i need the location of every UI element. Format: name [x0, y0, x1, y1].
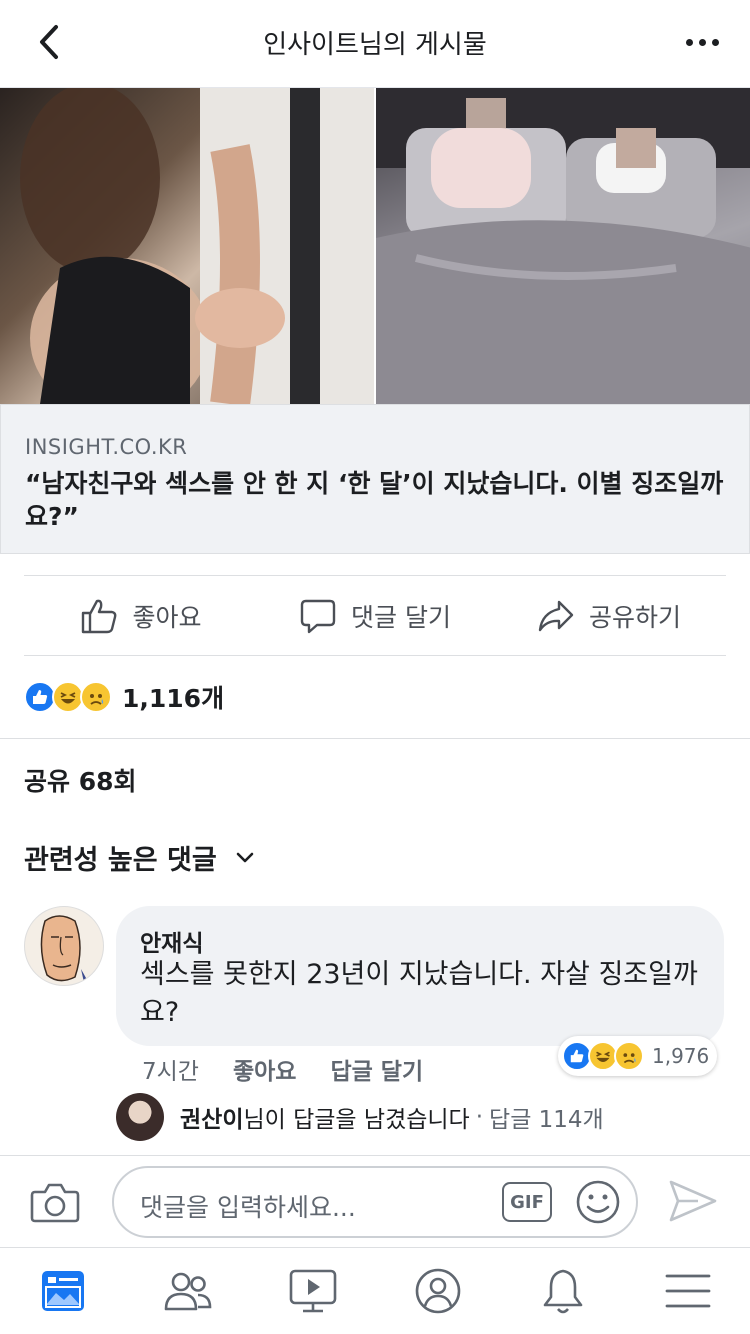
- smiley-icon: [576, 1180, 620, 1224]
- emoji-button[interactable]: [574, 1178, 622, 1226]
- profile-icon: [415, 1268, 460, 1314]
- like-button[interactable]: 좋아요: [24, 576, 258, 655]
- comment-reactions-badge[interactable]: 1,976: [558, 1036, 718, 1076]
- avatar[interactable]: [24, 906, 104, 986]
- news-feed-icon: [41, 1271, 84, 1311]
- tab-notifications[interactable]: [528, 1256, 598, 1326]
- page-title: 인사이트님의 게시물: [263, 30, 487, 60]
- top-bar: 인사이트님의 게시물: [0, 0, 750, 88]
- link-preview-image[interactable]: [0, 88, 750, 404]
- sort-label: 관련성 높은 댓글: [24, 845, 217, 876]
- link-domain: INSIGHT.CO.KR: [25, 435, 188, 459]
- thumbs-up-icon: [82, 599, 117, 633]
- bell-icon: [543, 1269, 582, 1314]
- comment-input-placeholder: 댓글을 입력하세요...: [140, 1193, 356, 1222]
- share-arrow-icon: [538, 600, 574, 631]
- comment-button[interactable]: 댓글 달기: [258, 576, 492, 655]
- comment-label: 댓글 달기: [351, 602, 451, 632]
- send-button[interactable]: [668, 1178, 718, 1224]
- tab-profile[interactable]: [403, 1256, 473, 1326]
- chevron-down-icon: [236, 852, 253, 862]
- bottom-tab-bar: [0, 1247, 750, 1334]
- comment-reaction-count: 1,976: [652, 1044, 710, 1068]
- camera-icon: [30, 1183, 80, 1223]
- reply-count: 답글 114개: [489, 1107, 604, 1133]
- like-label: 좋아요: [132, 602, 202, 632]
- watch-icon: [289, 1269, 336, 1313]
- couple-photo-right: [374, 88, 750, 404]
- comment-composer: 댓글을 입력하세요... GIF: [0, 1155, 750, 1247]
- comment-sort-dropdown[interactable]: 관련성 높은 댓글: [24, 838, 255, 877]
- dot-icon: [698, 38, 706, 46]
- friends-icon: [164, 1272, 211, 1311]
- avatar: [116, 1093, 164, 1141]
- share-label: 공유하기: [588, 602, 681, 632]
- comment-author[interactable]: 안재식: [140, 924, 203, 958]
- reply-preview[interactable]: 권산이 님이 답글을 남겼습니다 · 답글 114개: [116, 1092, 604, 1142]
- comment-reply-button[interactable]: 답글 달기: [330, 1052, 423, 1086]
- tab-news-feed[interactable]: [28, 1256, 98, 1326]
- reply-text: 님이 답글을 남겼습니다: [243, 1107, 470, 1133]
- tab-watch[interactable]: [278, 1256, 348, 1326]
- share-button[interactable]: 공유하기: [492, 576, 726, 655]
- comment-bubble-icon: [300, 599, 336, 633]
- sad-icon: [614, 1041, 644, 1071]
- link-card[interactable]: INSIGHT.CO.KR “남자친구와 섹스를 안 한 지 ‘한 달’이 지났…: [0, 404, 750, 554]
- post-action-bar: 좋아요 댓글 달기 공유하기: [24, 575, 726, 656]
- separator: ·: [475, 1104, 484, 1130]
- comment-bubble[interactable]: 안재식 섹스를 못한지 23년이 지났습니다. 자살 징조일까요?: [116, 906, 724, 1046]
- divider: [0, 738, 750, 739]
- more-options-button[interactable]: [676, 20, 728, 64]
- dot-icon: [685, 38, 693, 46]
- reply-author: 권산이: [180, 1107, 244, 1133]
- reaction-count: 1,116개: [122, 684, 225, 713]
- couple-photo-left: [0, 88, 374, 404]
- reactions-summary[interactable]: 1,116개: [24, 676, 224, 718]
- camera-button[interactable]: [30, 1180, 80, 1224]
- share-count[interactable]: 공유 68회: [24, 762, 137, 798]
- gif-button[interactable]: GIF: [502, 1182, 552, 1222]
- reaction-icons: [24, 681, 112, 713]
- dot-icon: [711, 38, 719, 46]
- tab-friends[interactable]: [153, 1256, 223, 1326]
- link-title: “남자친구와 섹스를 안 한 지 ‘한 달’이 지났습니다. 이별 징조일까요?…: [25, 469, 724, 531]
- comment-meta: 7시간 좋아요 답글 달기: [142, 1052, 423, 1086]
- comment-time: 7시간: [142, 1059, 199, 1085]
- menu-icon: [665, 1274, 710, 1308]
- comment-text: 섹스를 못한지 23년이 지났습니다. 자살 징조일까요?: [140, 959, 698, 1028]
- tab-menu[interactable]: [653, 1256, 723, 1326]
- send-icon: [669, 1180, 717, 1222]
- comment-input[interactable]: 댓글을 입력하세요... GIF: [112, 1166, 638, 1238]
- comment-like-button[interactable]: 좋아요: [233, 1052, 296, 1086]
- sad-icon: [80, 681, 112, 713]
